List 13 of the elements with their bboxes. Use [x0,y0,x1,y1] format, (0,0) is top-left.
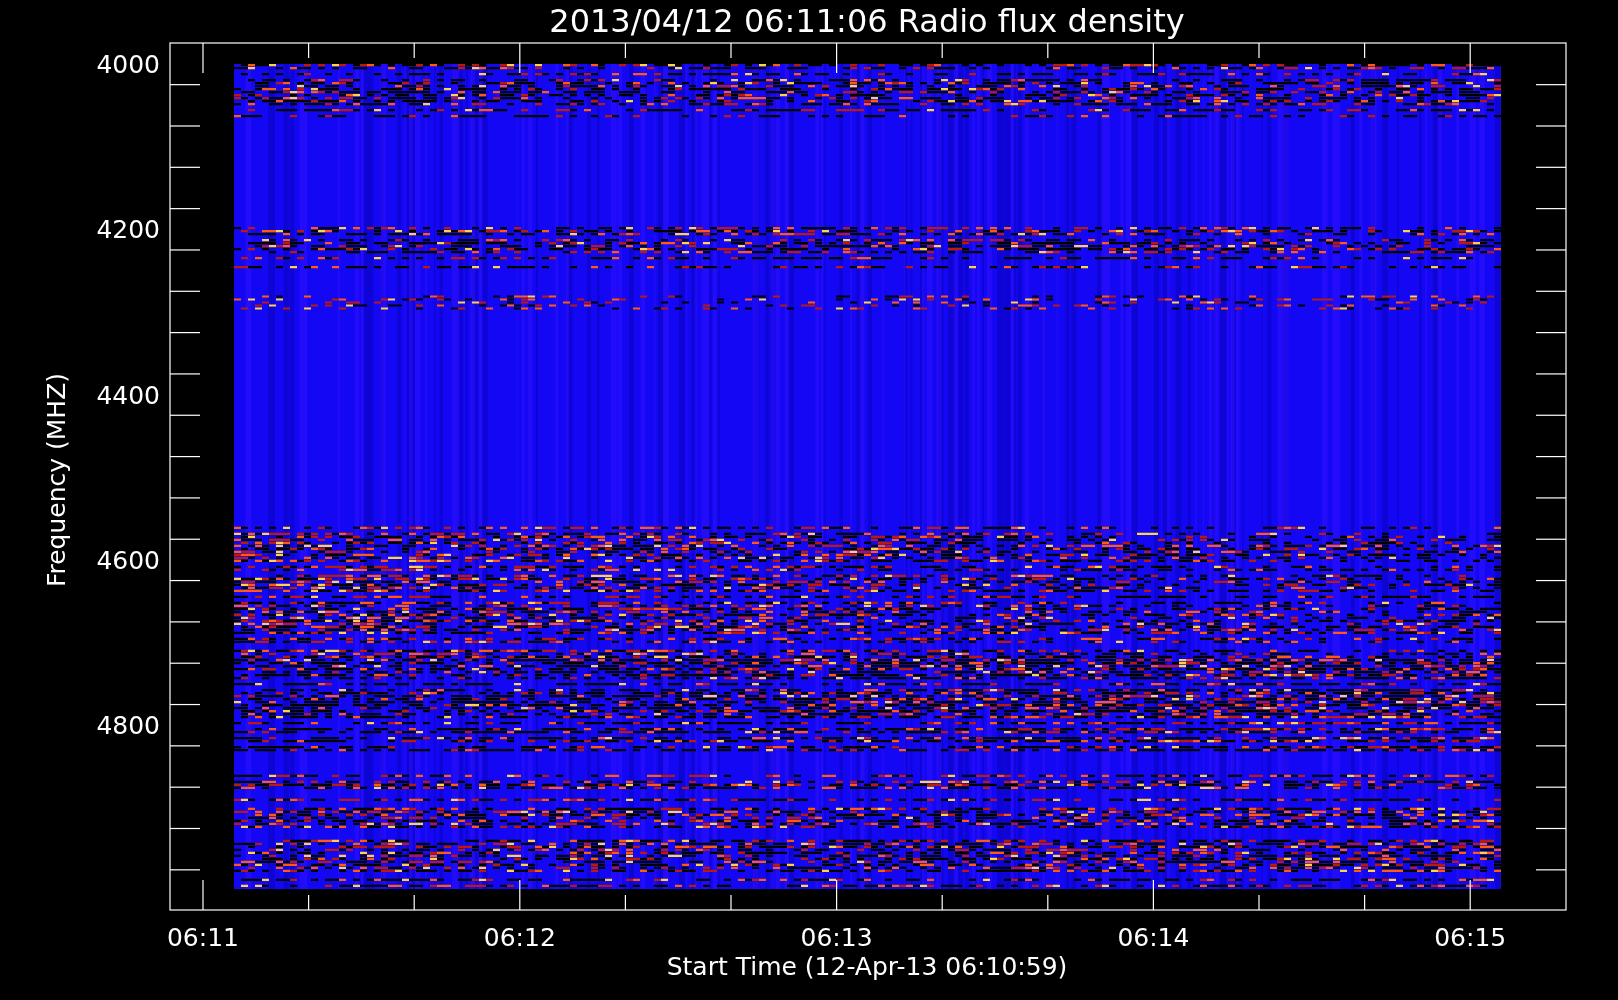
chart-title: 2013/04/12 06:11:06 Radio flux density [549,2,1185,40]
axis-tick-label: 4200 [96,215,160,245]
axis-tick-label: 06:13 [800,923,873,952]
axis-tick-label: 06:12 [483,923,556,952]
axis-label: Frequency (MHZ) [42,372,71,588]
axis-tick-label: 06:15 [1434,923,1507,952]
axis-tick-label: 06:14 [1117,923,1190,952]
axis-tick-label: 06:11 [167,923,239,952]
axis-tick-label: 4800 [96,711,160,741]
axis-label: Start Time (12-Apr-13 06:10:59) [666,952,1068,981]
axis-tick-label: 4000 [96,50,160,79]
axis-tick-label: 4600 [96,545,160,575]
axis-tick-label: 4400 [96,380,160,410]
